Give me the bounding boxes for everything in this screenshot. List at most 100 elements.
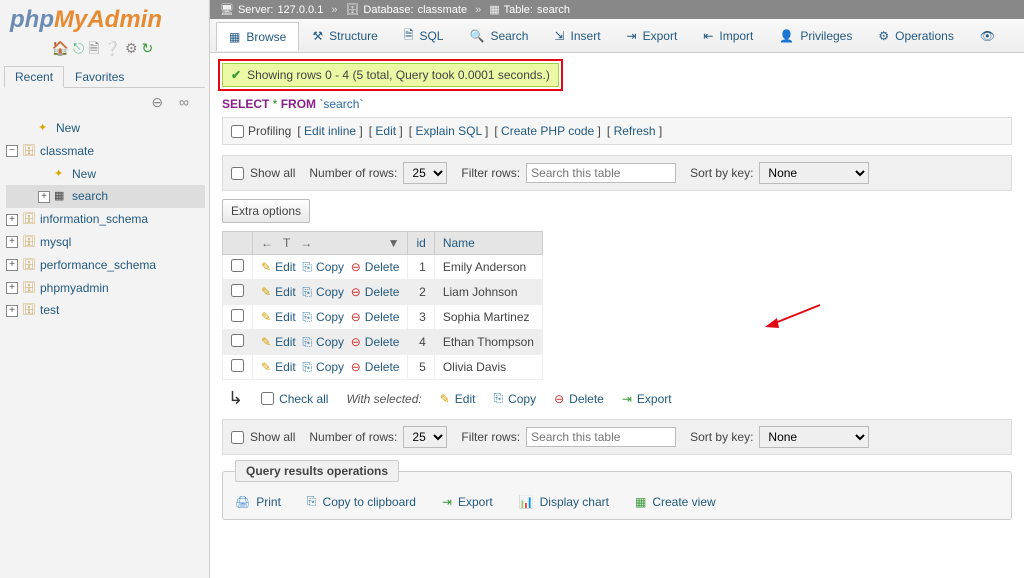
refresh-icon[interactable]: ↻	[142, 40, 158, 56]
row-edit[interactable]: ✎Edit	[261, 285, 296, 299]
row-delete[interactable]: ⊖Delete	[351, 335, 400, 349]
tree-item-phpmyadmin[interactable]: +🗄phpmyadmin	[6, 277, 205, 300]
extra-options-button[interactable]: Extra options	[222, 199, 310, 223]
database-value[interactable]: classmate	[418, 4, 468, 16]
print-button[interactable]: 🖨Print	[235, 494, 281, 509]
show-all-checkbox-bottom[interactable]: Show all	[231, 430, 295, 444]
expand-icon[interactable]: +	[6, 214, 18, 226]
edit-link[interactable]: Edit	[375, 124, 396, 138]
check-all-checkbox[interactable]: Check all	[261, 392, 328, 406]
tree-item-mysql[interactable]: +🗄mysql	[6, 231, 205, 254]
database-icon: 🗄	[22, 141, 36, 162]
exit-icon[interactable]: ⎋	[73, 40, 88, 56]
row-delete[interactable]: ⊖Delete	[351, 360, 400, 374]
show-all-input[interactable]	[231, 167, 244, 180]
nav-export[interactable]: ⇥Export	[614, 21, 691, 50]
gear-icon[interactable]: ⚙	[125, 40, 142, 56]
export-button[interactable]: ⇥Export	[442, 494, 493, 509]
tree-item-performance_schema[interactable]: +🗄performance_schema	[6, 254, 205, 277]
edit-inline-link[interactable]: Edit inline	[304, 124, 356, 138]
tree-item-test[interactable]: +🗄test	[6, 299, 205, 322]
create-view-button[interactable]: ▦Create view	[635, 494, 716, 509]
sort-select-bottom[interactable]: None	[759, 426, 869, 448]
row-delete[interactable]: ⊖Delete	[351, 310, 400, 324]
row-checkbox[interactable]	[231, 259, 244, 272]
create-php-link[interactable]: Create PHP code	[501, 124, 594, 138]
bulk-copy[interactable]: ⎘Copy	[493, 391, 536, 406]
row-checkbox[interactable]	[231, 359, 244, 372]
row-edit[interactable]: ✎Edit	[261, 360, 296, 374]
sort-t-icon[interactable]: T	[283, 236, 290, 250]
sidebar-utility-icons[interactable]: 🏠⎋🗎❔⚙↻	[0, 36, 209, 66]
nav-sql[interactable]: 🗎SQL	[391, 18, 457, 54]
expand-icon[interactable]: +	[38, 191, 50, 203]
row-edit[interactable]: ✎Edit	[261, 260, 296, 274]
chevron-down-icon[interactable]: ▼	[388, 236, 400, 250]
bulk-edit[interactable]: ✎Edit	[440, 392, 476, 406]
expand-icon[interactable]: +	[6, 282, 18, 294]
row-delete[interactable]: ⊖Delete	[351, 260, 400, 274]
sql-icon[interactable]: 🗎	[88, 40, 103, 56]
tree-item-information_schema[interactable]: +🗄information_schema	[6, 208, 205, 231]
expand-icon[interactable]: +	[6, 305, 18, 317]
expand-icon[interactable]: +	[6, 259, 18, 271]
refresh-link[interactable]: Refresh	[614, 124, 656, 138]
nav-operations[interactable]: ⚙Operations	[865, 21, 966, 50]
profiling-checkbox[interactable]: Profiling	[231, 124, 291, 138]
minus-circle-icon: ⊖	[351, 360, 361, 374]
home-icon[interactable]: 🏠	[52, 40, 73, 56]
display-chart-button[interactable]: 📊Display chart	[519, 494, 609, 509]
row-checkbox[interactable]	[231, 334, 244, 347]
arrow-left-icon[interactable]: ←	[261, 236, 273, 250]
profiling-input[interactable]	[231, 125, 244, 138]
tree-item-new[interactable]: ✦New	[6, 163, 205, 186]
tab-recent[interactable]: Recent	[4, 66, 64, 88]
col-id[interactable]: id	[408, 232, 434, 255]
show-all-input-bottom[interactable]	[231, 431, 244, 444]
cell-id: 5	[408, 355, 434, 380]
nav-browse[interactable]: ▦Browse	[216, 22, 299, 51]
tree-item-search[interactable]: +▦search	[6, 185, 205, 208]
tab-favorites[interactable]: Favorites	[64, 66, 135, 87]
row-copy[interactable]: ⎘Copy	[302, 260, 344, 275]
collapse-icons[interactable]: ⊖ ∞	[0, 94, 209, 111]
nav-more[interactable]: 👁	[967, 21, 1008, 50]
row-delete[interactable]: ⊖Delete	[351, 285, 400, 299]
sort-select[interactable]: None	[759, 162, 869, 184]
num-rows-select[interactable]: 25	[403, 162, 447, 184]
expand-icon[interactable]: +	[6, 236, 18, 248]
tree-item-new[interactable]: ✦New	[6, 117, 205, 140]
docs-icon[interactable]: ❔	[104, 40, 125, 56]
row-checkbox[interactable]	[231, 284, 244, 297]
num-rows-label-bottom: Number of rows:	[309, 430, 397, 444]
tree-item-classmate[interactable]: −🗄classmate	[6, 140, 205, 163]
table-value[interactable]: search	[537, 4, 570, 16]
row-copy[interactable]: ⎘Copy	[302, 285, 344, 300]
filter-input[interactable]	[526, 163, 676, 183]
server-value[interactable]: 127.0.0.1	[277, 4, 323, 16]
row-checkbox[interactable]	[231, 309, 244, 322]
explain-sql-link[interactable]: Explain SQL	[415, 124, 481, 138]
copy-clipboard-button[interactable]: ⎘Copy to clipboard	[307, 494, 416, 509]
check-all-input[interactable]	[261, 392, 274, 405]
row-copy[interactable]: ⎘Copy	[302, 360, 344, 375]
copy-icon: ⎘	[302, 360, 312, 375]
show-all-checkbox[interactable]: Show all	[231, 166, 295, 180]
row-copy[interactable]: ⎘Copy	[302, 310, 344, 325]
nav-privileges[interactable]: 👤Privileges	[766, 21, 865, 50]
num-rows-select-bottom[interactable]: 25	[403, 426, 447, 448]
arrow-right-icon[interactable]: →	[300, 236, 312, 250]
nav-insert[interactable]: ⇲Insert	[541, 21, 613, 50]
nav-structure[interactable]: ⚒Structure	[299, 21, 390, 50]
nav-search[interactable]: 🔍Search	[456, 21, 541, 50]
row-edit[interactable]: ✎Edit	[261, 335, 296, 349]
nav-import[interactable]: ⇤Import	[690, 21, 766, 50]
bulk-export[interactable]: ⇥Export	[622, 392, 672, 406]
filter-input-bottom[interactable]	[526, 427, 676, 447]
col-name[interactable]: Name	[434, 232, 542, 255]
bulk-delete[interactable]: ⊖Delete	[554, 392, 604, 406]
row-edit[interactable]: ✎Edit	[261, 310, 296, 324]
row-copy[interactable]: ⎘Copy	[302, 335, 344, 350]
collapse-icon[interactable]: −	[6, 145, 18, 157]
with-selected-label: With selected:	[346, 392, 421, 406]
